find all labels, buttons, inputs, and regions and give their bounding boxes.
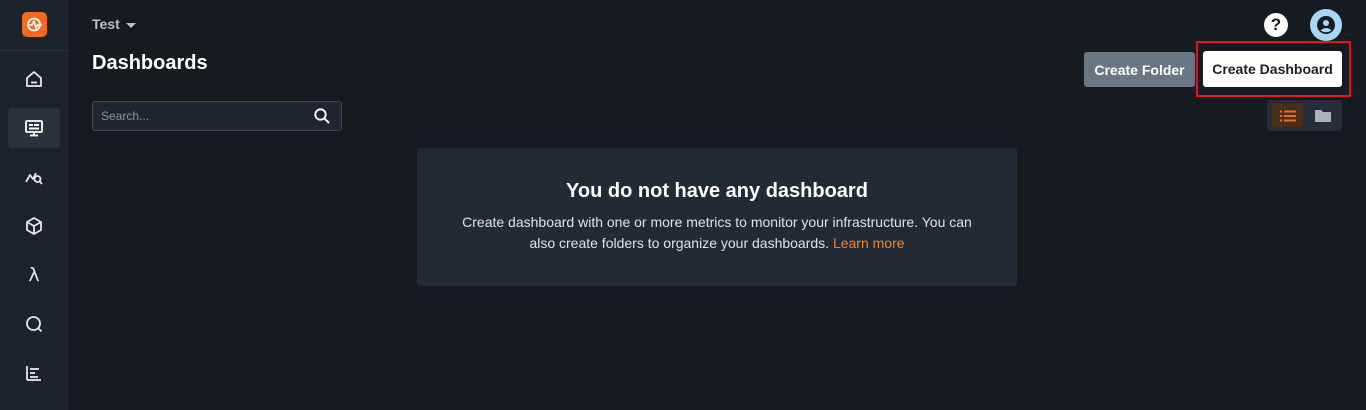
logo[interactable] <box>22 12 47 37</box>
list-view-button[interactable] <box>1272 104 1303 127</box>
folder-icon <box>1315 110 1331 122</box>
sidebar-item-functions[interactable]: λ <box>8 255 60 295</box>
folder-view-button[interactable] <box>1309 104 1337 127</box>
lambda-icon: λ <box>28 264 40 286</box>
sidebar: λ <box>0 0 68 410</box>
sidebar-item-dashboards[interactable] <box>8 108 60 148</box>
sidebar-item-reports[interactable] <box>8 353 60 393</box>
search-icon <box>26 316 43 333</box>
list-icon <box>1279 110 1296 121</box>
empty-state-card: You do not have any dashboard Create das… <box>417 148 1017 286</box>
help-icon: ? <box>1270 15 1282 34</box>
empty-state-title: You do not have any dashboard <box>566 180 868 202</box>
metrics-explorer-icon <box>25 172 43 185</box>
create-dashboard-button[interactable]: Create Dashboard <box>1203 51 1342 87</box>
home-icon <box>26 71 42 87</box>
sidebar-item-search[interactable] <box>8 304 60 344</box>
help-button[interactable]: ? <box>1264 13 1288 37</box>
user-avatar[interactable] <box>1310 9 1342 41</box>
dashboard-icon <box>25 120 43 137</box>
page-title: Dashboards <box>92 52 208 74</box>
sidebar-item-home[interactable] <box>8 59 60 99</box>
empty-state-description: Create dashboard with one or more metric… <box>457 212 977 254</box>
search-input[interactable] <box>93 102 303 130</box>
environment-selector[interactable]: Test <box>92 16 136 32</box>
sidebar-item-packages[interactable] <box>8 206 60 246</box>
reports-icon <box>26 366 41 381</box>
caret-down-icon <box>125 22 136 28</box>
package-icon <box>26 217 42 235</box>
sidebar-item-metrics-explorer[interactable] <box>8 157 60 197</box>
search-box <box>92 101 342 131</box>
sidebar-divider <box>0 50 68 51</box>
environment-name: Test <box>92 16 120 32</box>
view-toggle <box>1267 100 1342 131</box>
logo-icon <box>27 17 42 32</box>
user-icon <box>1317 16 1335 34</box>
search-icon[interactable] <box>313 107 331 125</box>
learn-more-link[interactable]: Learn more <box>833 235 905 251</box>
create-folder-button[interactable]: Create Folder <box>1084 52 1195 87</box>
